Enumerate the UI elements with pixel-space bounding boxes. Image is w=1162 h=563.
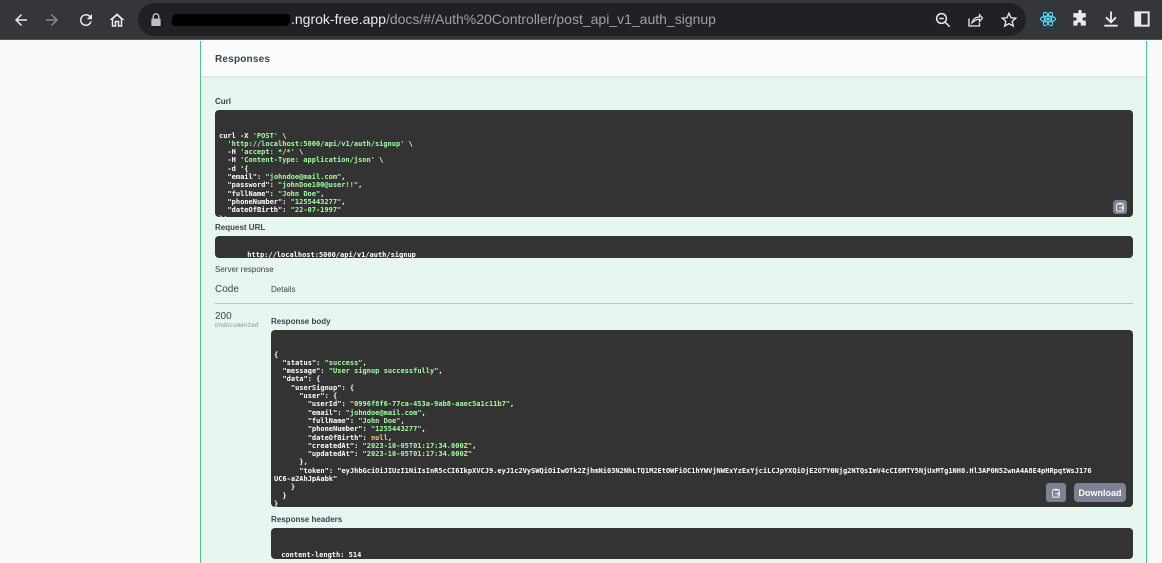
responses-header: Responses [201,41,1146,77]
curl-lines: curl -X 'POST' \ 'http://localhost:5000/… [219,132,1129,217]
response-header-line: content-length: 514 [277,550,366,559]
response-body-line: "token": "eyJhbGciOiJIUzI1NiIsInR5cCI6Ik… [299,466,1092,475]
response-headers-label: Response headers [271,515,343,524]
response-body-line: } [274,499,279,507]
forward-icon [46,14,58,26]
response-body-line: "phoneNumber": "1255443277", [307,425,426,434]
reload-button[interactable] [74,8,98,32]
curl-line: curl -X 'POST' \ [219,131,287,140]
extensions-puzzle-icon[interactable] [1070,9,1090,29]
url-text[interactable]: .ngrok-free.app/docs/#/Auth%20Controller… [171,3,716,36]
response-body-line: "email": "johndoe@mail.com", [307,408,426,417]
curl-line: "phoneNumber": "1255443277", [227,197,346,206]
redacted-host-segment [171,14,291,27]
responses-title: Responses [215,54,271,65]
side-panel-icon[interactable] [1132,9,1152,29]
copy-response-button[interactable] [1046,483,1066,502]
copy-to-clipboard-icon [1116,202,1124,212]
response-headers-lines: content-length: 514 content-type: applic… [277,551,1127,559]
copy-to-clipboard-icon [1052,488,1060,498]
download-button[interactable]: Download [1074,483,1126,502]
curl-line: }' [219,215,1129,217]
share-icon[interactable] [966,11,984,29]
reload-icon [79,14,92,27]
response-body-line: } [274,483,296,492]
server-response-label: Server response [215,265,274,274]
response-status-code: 200 [215,311,232,322]
operation-block-post: Responses Curl curl -X 'POST' \ 'http://… [200,41,1147,563]
response-body-lines: { "status": "success", "message": "User … [274,351,1130,507]
response-body-block: { "status": "success", "message": "User … [271,330,1133,507]
response-body-line: "dateOfBirth": null, [307,433,393,442]
curl-line: "dateOfBirth": "22-07-1997" [227,206,342,215]
home-button[interactable] [105,8,129,32]
response-headers-block: content-length: 514 content-type: applic… [271,528,1133,559]
swagger-page: Responses Curl curl -X 'POST' \ 'http://… [0,41,1162,563]
curl-line: -d '{ [219,164,249,173]
response-body-line: UC6-a2AhJpAabk" [274,475,338,484]
column-header-details: Details [271,285,296,294]
curl-line: -H 'Content-Type: application/json' \ [219,156,384,165]
lock-icon [151,13,161,26]
response-body-label: Response body [271,317,331,326]
react-devtools-icon[interactable] [1038,9,1058,29]
response-body-line: } [274,491,287,500]
response-table-divider [215,303,1133,304]
curl-label: Curl [215,97,231,106]
curl-line: "email": "johndoe@mail.com", [227,173,346,182]
request-url-block: http://localhost:5000/api/v1/auth/signup [215,236,1133,258]
forward-button[interactable] [40,8,64,32]
download-icon[interactable] [1101,9,1121,29]
back-icon [15,14,27,26]
response-body-line: "userSignup": { [290,383,355,392]
response-body-line: "fullName": "John Doe", [307,416,405,425]
url-path: /docs/#/Auth%20Controller/post_api_v1_au… [385,11,716,27]
url-host: .ngrok-free.app [291,11,386,27]
curl-line: "fullName": "John Doe", [227,189,325,198]
response-body-line: "createdAt": "2023-10-05T01:17:34.000Z", [307,441,477,450]
column-header-code: Code [215,284,239,295]
bookmark-star-icon[interactable] [1000,11,1018,29]
copy-curl-button[interactable] [1113,200,1127,214]
response-body-line: { [274,350,279,359]
response-body-line: }, [274,458,308,467]
curl-line: 'http://localhost:5000/api/v1/auth/signu… [227,139,413,148]
request-url-label: Request URL [215,223,266,232]
request-url-value: http://localhost:5000/api/v1/auth/signup [247,251,416,258]
response-body-line: "message": "User signup successfully", [282,367,443,376]
curl-line: -H 'accept: */*' \ [219,148,304,157]
response-status-note: Undocumented [215,322,259,329]
curl-code-block: curl -X 'POST' \ 'http://localhost:5000/… [215,110,1133,217]
address-bar[interactable]: .ngrok-free.app/docs/#/Auth%20Controller… [138,3,1026,36]
home-icon [109,13,125,27]
response-body-line: "updatedAt": "2023-10-05T01:17:34.000Z" [307,450,473,459]
response-body-line: "userId": "0996f8f6-77ca-453a-9ab8-aaec5… [307,400,515,409]
browser-toolbar: .ngrok-free.app/docs/#/Auth%20Controller… [0,0,1162,40]
back-button[interactable] [9,8,33,32]
response-body-line: "status": "success", [282,358,367,367]
zoom-out-icon[interactable] [934,11,952,29]
response-body-line: "data": { [282,375,321,384]
response-body-line: "user": { [299,392,338,401]
curl-line: "password": "johnDoe100@user!!", [227,181,363,190]
